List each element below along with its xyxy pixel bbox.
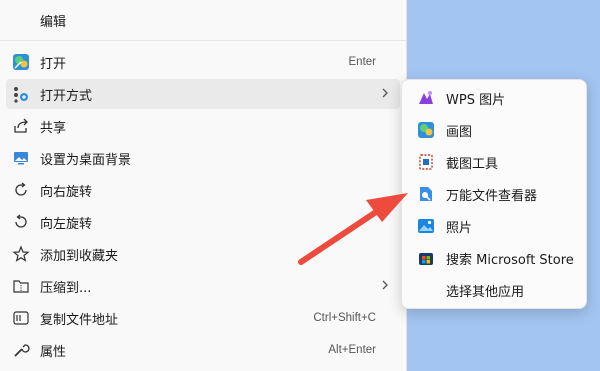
submenu-item-wps-pictures[interactable]: WPS 图片 xyxy=(410,83,580,113)
menu-item-label: 属性 xyxy=(40,344,67,360)
menu-item-label: 打开方式 xyxy=(40,88,93,104)
chevron-right-icon xyxy=(380,279,390,295)
shortcut-text: Ctrl+Shift+C xyxy=(313,312,376,324)
rotate-left-icon xyxy=(12,213,30,231)
menu-item-share[interactable]: 共享 xyxy=(6,111,400,141)
submenu-item-file-viewer[interactable]: 万能文件查看器 xyxy=(410,179,580,209)
snipping-tool-icon xyxy=(417,153,435,171)
menu-item-label: 复制文件地址 xyxy=(40,312,119,328)
menu-item-rotate-left[interactable]: 向左旋转 xyxy=(6,207,400,237)
star-icon xyxy=(12,245,30,263)
submenu-item-label: 截图工具 xyxy=(446,156,499,172)
menu-item-label: 压缩到... xyxy=(40,280,92,296)
submenu-item-paint[interactable]: 画图 xyxy=(410,115,580,145)
menu-item-properties[interactable]: 属性 Alt+Enter xyxy=(6,335,400,365)
menu-item-add-favorites[interactable]: 添加到收藏夹 xyxy=(6,239,400,269)
paint-icon xyxy=(417,121,435,139)
menu-item-label: 打开 xyxy=(40,56,67,72)
menu-item-rotate-right[interactable]: 向右旋转 xyxy=(6,175,400,205)
menu-item-set-wallpaper[interactable]: 设置为桌面背景 xyxy=(6,143,400,173)
menu-item-label: 编辑 xyxy=(40,14,67,30)
menu-item-open[interactable]: 打开 Enter xyxy=(6,47,400,77)
menu-item-label: 向右旋转 xyxy=(40,184,93,200)
open-with-icon xyxy=(12,85,30,103)
submenu-item-label: 搜索 Microsoft Store xyxy=(446,252,574,268)
submenu-item-label: 万能文件查看器 xyxy=(446,188,538,204)
menu-item-label: 设置为桌面背景 xyxy=(40,152,132,168)
shortcut-text: Alt+Enter xyxy=(328,344,376,356)
menu-item-open-with[interactable]: 打开方式 xyxy=(6,79,400,109)
submenu-item-microsoft-store[interactable]: 搜索 Microsoft Store xyxy=(410,243,580,273)
menu-item-compress[interactable]: 压缩到... xyxy=(6,271,400,301)
wallpaper-icon xyxy=(12,149,30,167)
menu-item-copy-path[interactable]: 复制文件地址 Ctrl+Shift+C xyxy=(6,303,400,333)
photos-icon xyxy=(417,217,435,235)
zip-icon xyxy=(12,277,30,295)
paint-app-icon xyxy=(12,53,30,71)
microsoft-store-icon xyxy=(417,249,435,267)
shortcut-text: Enter xyxy=(348,56,377,68)
rotate-right-icon xyxy=(12,181,30,199)
file-viewer-icon xyxy=(417,185,435,203)
share-icon xyxy=(12,117,30,135)
menu-item-edit[interactable]: 编辑 xyxy=(6,5,400,35)
submenu-item-label: 画图 xyxy=(446,124,473,140)
menu-item-label: 共享 xyxy=(40,120,67,136)
submenu-item-label: 照片 xyxy=(446,220,473,236)
submenu-item-photos[interactable]: 照片 xyxy=(410,211,580,241)
submenu-item-label: WPS 图片 xyxy=(446,92,506,108)
submenu-item-label: 选择其他应用 xyxy=(446,284,525,300)
wps-pictures-icon xyxy=(417,89,435,107)
submenu-item-choose-other-app[interactable]: 选择其他应用 xyxy=(410,275,580,305)
menu-item-label: 添加到收藏夹 xyxy=(40,248,119,264)
submenu-item-snipping-tool[interactable]: 截图工具 xyxy=(410,147,580,177)
chevron-right-icon xyxy=(380,87,390,103)
open-with-submenu: WPS 图片 画图 截图工具 万能文件查看器 照片 搜索 Microsoft S… xyxy=(401,79,587,309)
context-menu: 编辑 打开 Enter 打开方式 共享 设置为桌面背景 向右旋转 向左旋转 添加… xyxy=(0,0,407,371)
menu-separator xyxy=(0,40,406,41)
copy-path-icon xyxy=(12,309,30,327)
menu-item-label: 向左旋转 xyxy=(40,216,93,232)
properties-icon xyxy=(12,341,30,359)
